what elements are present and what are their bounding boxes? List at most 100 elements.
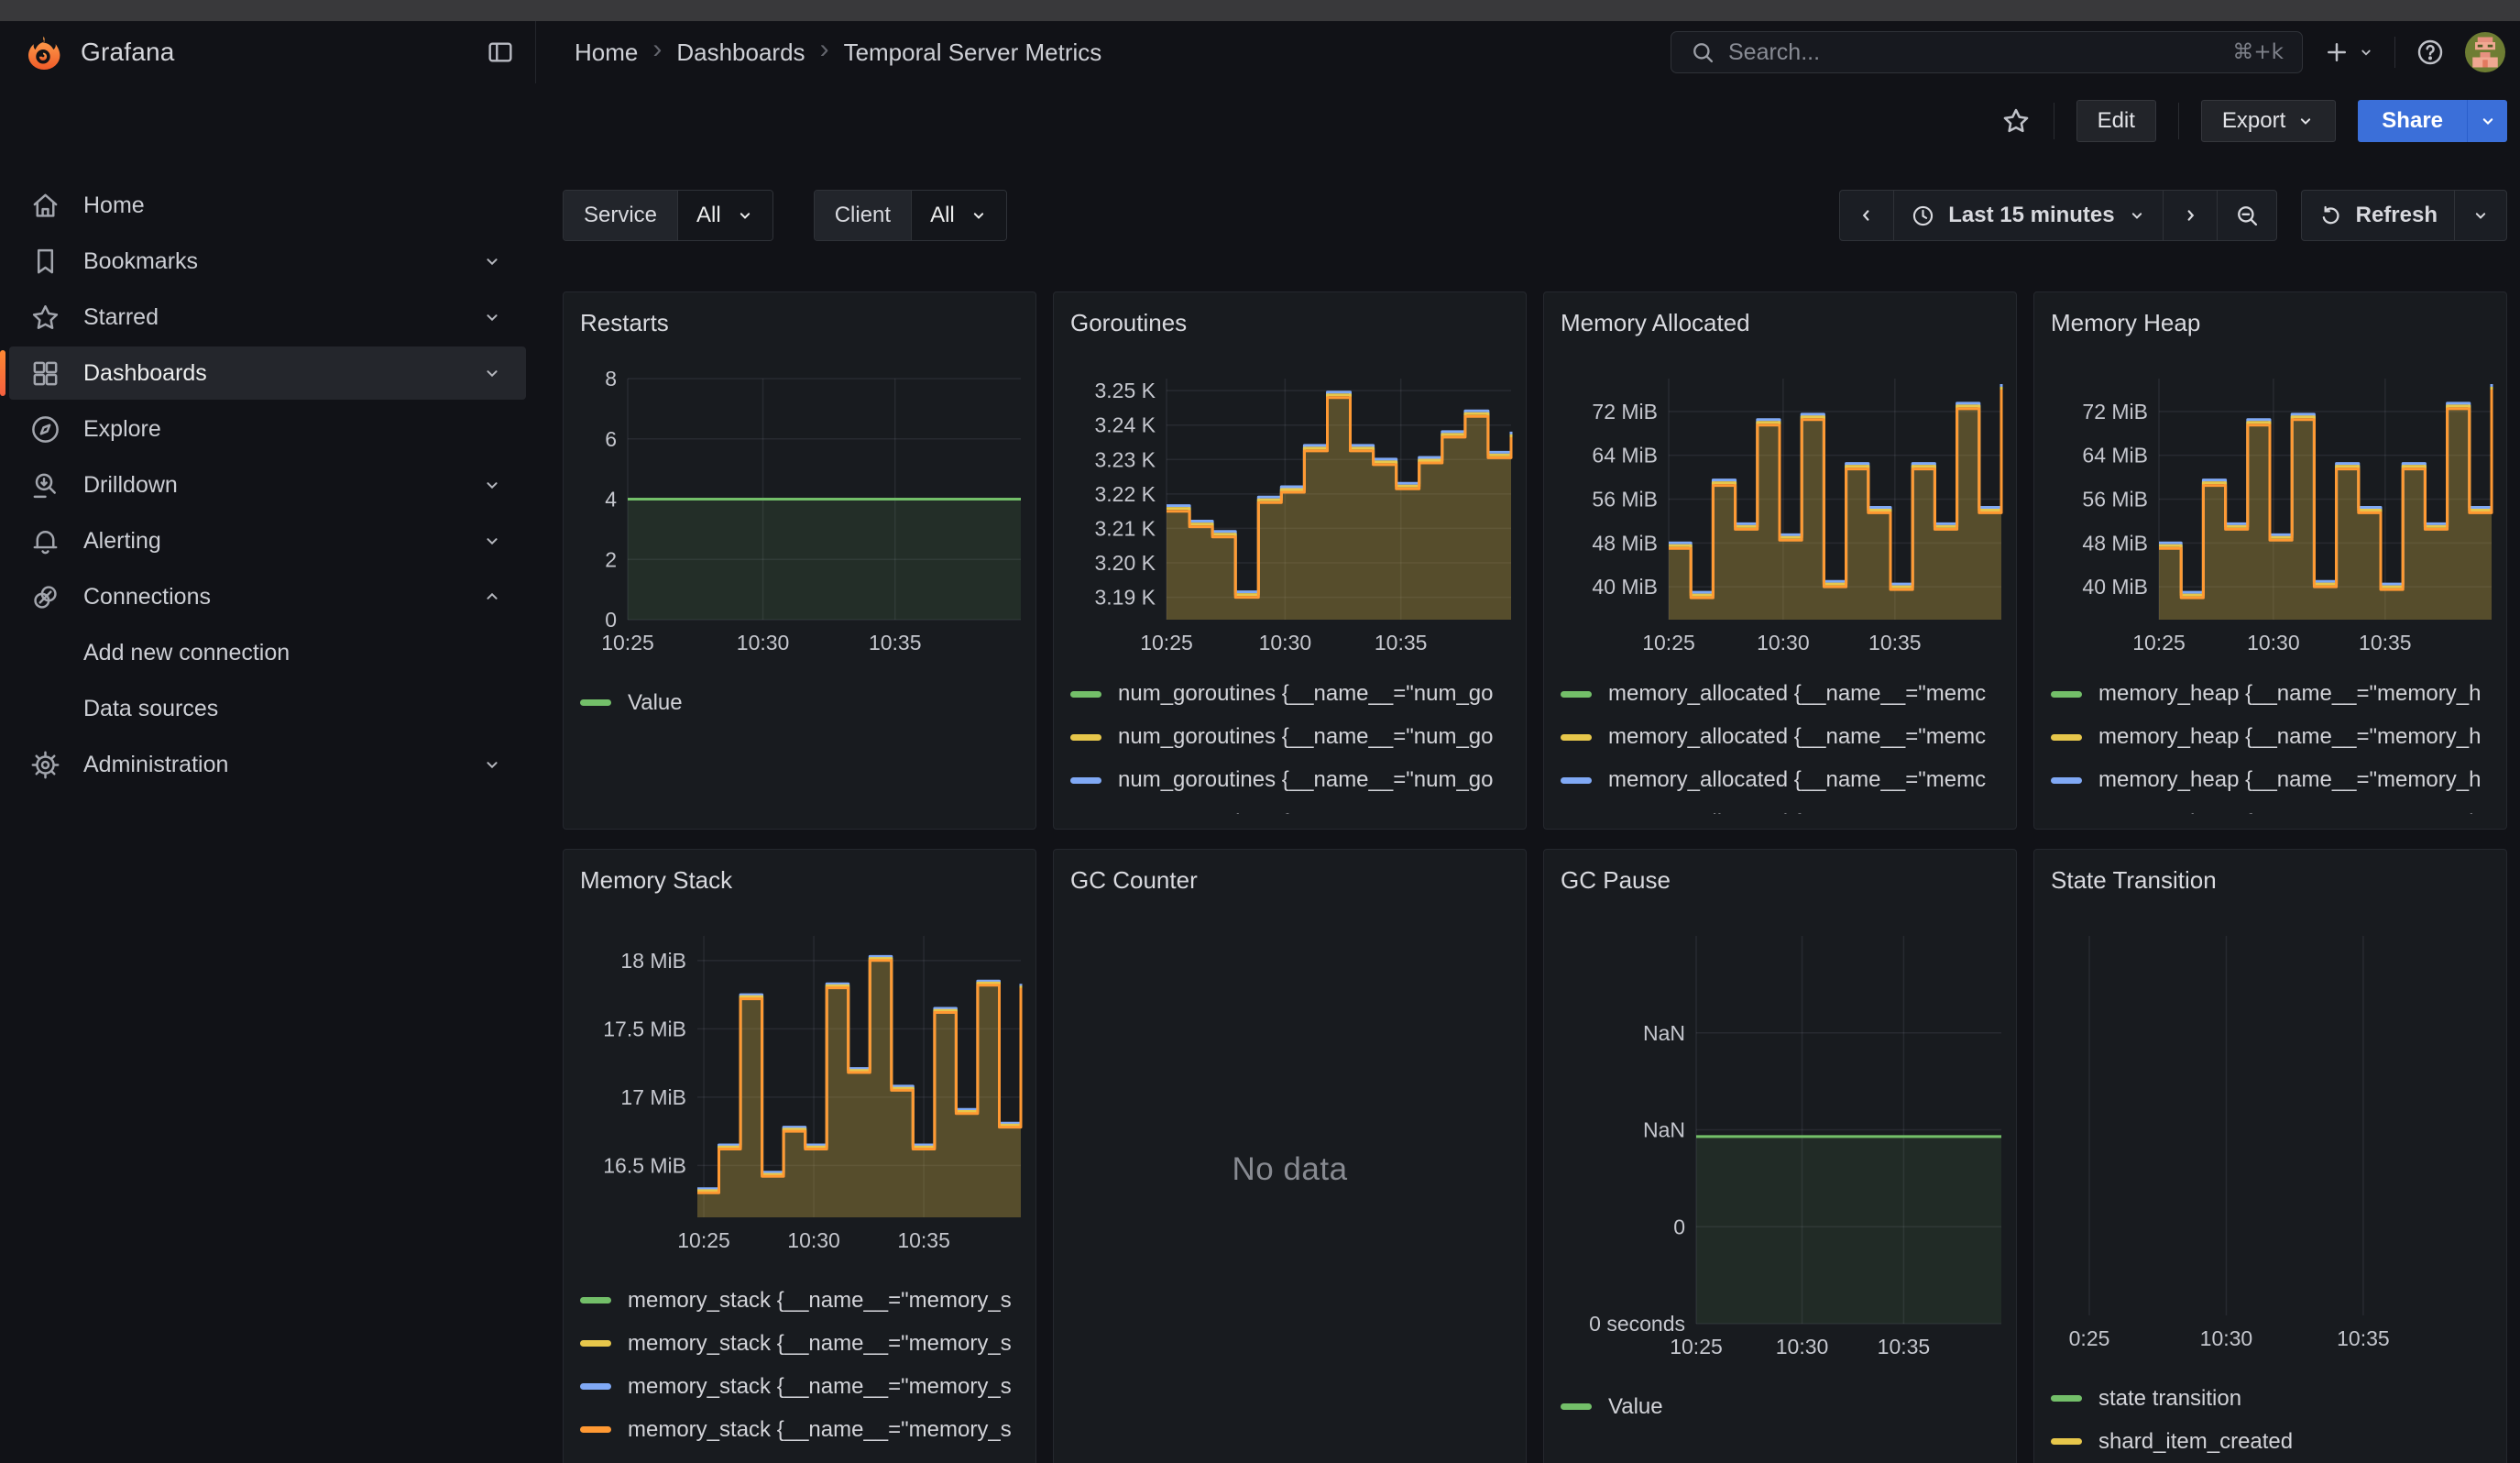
time-range-picker[interactable]: Last 15 minutes: [1893, 191, 2162, 240]
sidebar-item-connections[interactable]: Connections: [9, 570, 526, 623]
legend-series-color: [580, 1340, 611, 1347]
sidebar-item-starred[interactable]: Starred: [9, 291, 526, 344]
svg-text:6: 6: [605, 427, 617, 451]
legend-item[interactable]: memory_heap {__name__="memory_h: [2051, 765, 2490, 796]
chevron-left-icon: [1857, 205, 1877, 226]
legend-item[interactable]: memory_heap {__name__="memory_h: [2051, 679, 2490, 710]
chevron-down-icon[interactable]: [482, 754, 502, 775]
chevron-down-icon[interactable]: [482, 307, 502, 327]
legend-item[interactable]: memory_stack {__name__="memory_s: [580, 1414, 1019, 1445]
refresh-button[interactable]: Refresh: [2302, 191, 2454, 240]
share-menu-button[interactable]: [2467, 100, 2507, 142]
panel-state-transition: State Transition0:2510:3010:35state tran…: [2033, 849, 2507, 1463]
service-label: Service: [564, 191, 677, 240]
help-button[interactable]: [2416, 38, 2445, 67]
export-button[interactable]: Export: [2201, 100, 2336, 142]
zoom-out-button[interactable]: [2217, 191, 2276, 240]
edit-button[interactable]: Edit: [2076, 100, 2156, 142]
user-avatar[interactable]: [2465, 32, 2505, 72]
sidebar-item-add-new-connection[interactable]: Add new connection: [9, 626, 526, 679]
legend-item[interactable]: num_goroutines {__name__="num_go: [1070, 679, 1509, 710]
panel-title[interactable]: Goroutines: [1070, 307, 1509, 338]
legend-item[interactable]: memory_heap {__name__="memory_h: [2051, 722, 2490, 753]
sidebar-item-explore[interactable]: Explore: [9, 402, 526, 456]
panel-title[interactable]: Memory Heap: [2051, 307, 2490, 338]
legend-item[interactable]: memory_allocated {__name__="memc: [1561, 679, 2000, 710]
legend-item[interactable]: Value: [1561, 1392, 2000, 1422]
client-label: Client: [815, 191, 911, 240]
chevron-down-icon: [2296, 112, 2315, 130]
sidebar-item-data-sources[interactable]: Data sources: [9, 682, 526, 735]
header-left: Grafana: [0, 21, 535, 83]
x-axis-labels: 10:2510:3010:35: [1561, 620, 2000, 652]
refresh-interval-button[interactable]: [2454, 191, 2506, 240]
chevron-down-icon[interactable]: [482, 251, 502, 271]
star-dashboard-button[interactable]: [2000, 105, 2032, 137]
legend-series-label: memory_stack {__name__="memory_s: [628, 1331, 1012, 1357]
panel-restarts: Restarts8642010:2510:3010:35Value: [563, 292, 1036, 830]
chevron-down-icon[interactable]: [482, 475, 502, 495]
dock-menu-icon[interactable]: [486, 38, 515, 67]
star-icon: [29, 302, 61, 334]
legend-item[interactable]: Value: [580, 688, 1019, 718]
legend-item[interactable]: num_goroutines {__name__="num_go: [1070, 722, 1509, 753]
add-button[interactable]: [2323, 38, 2374, 66]
panel-title[interactable]: Memory Stack: [580, 864, 1019, 896]
bell-icon: [29, 525, 61, 557]
panel-memory-stack: Memory Stack18 MiB17.5 MiB17 MiB16.5 MiB…: [563, 849, 1036, 1463]
search-shortcut: ⌘+k: [2232, 40, 2284, 64]
share-button[interactable]: Share: [2358, 100, 2467, 142]
legend-series-color: [2051, 734, 2082, 741]
svg-text:72 MiB: 72 MiB: [1592, 400, 1658, 424]
legend-item[interactable]: memory_stack {__name__="memory_s: [580, 1285, 1019, 1315]
search-input[interactable]: Search... ⌘+k: [1671, 31, 2303, 73]
svg-text:3.19 K: 3.19 K: [1095, 586, 1156, 610]
legend-item[interactable]: memory_heap {__name__="memory_h: [2051, 808, 2490, 814]
legend-item[interactable]: memory_allocated {__name__="memc: [1561, 722, 2000, 753]
panel-title[interactable]: GC Pause: [1561, 864, 2000, 896]
chart-area: 72 MiB64 MiB56 MiB48 MiB40 MiB: [2051, 379, 2490, 620]
legend-item[interactable]: num_goroutines {__name__="num_go: [1070, 765, 1509, 796]
breadcrumb-home[interactable]: Home: [575, 38, 638, 67]
service-value-dropdown[interactable]: All: [677, 191, 772, 240]
panel-title[interactable]: Memory Allocated: [1561, 307, 2000, 338]
client-value-dropdown[interactable]: All: [911, 191, 1006, 240]
legend-series-color: [580, 699, 611, 706]
legend-item[interactable]: num_goroutines {__name__="num_go: [1070, 808, 1509, 814]
breadcrumb: Home › Dashboards › Temporal Server Metr…: [536, 36, 1101, 69]
legend-item[interactable]: shard_item_created: [2051, 1426, 2490, 1457]
svg-text:64 MiB: 64 MiB: [1592, 444, 1658, 468]
legend-item[interactable]: memory_allocated {__name__="memc: [1561, 765, 2000, 796]
sidebar-item-alerting[interactable]: Alerting: [9, 514, 526, 567]
active-accent-bar: [0, 350, 5, 396]
grafana-logo[interactable]: [26, 35, 60, 70]
clock-icon: [1911, 204, 1935, 228]
chart-area: [2051, 936, 2490, 1315]
sidebar-item-home[interactable]: Home: [9, 179, 526, 232]
svg-text:64 MiB: 64 MiB: [2082, 444, 2148, 468]
chevron-up-icon[interactable]: [482, 587, 502, 607]
sidebar-item-administration[interactable]: Administration: [9, 738, 526, 791]
panel-title[interactable]: Restarts: [580, 307, 1019, 338]
legend-item[interactable]: memory_allocated {__name__="memc: [1561, 808, 2000, 814]
panel-title[interactable]: State Transition: [2051, 864, 2490, 896]
sidebar-item-drilldown[interactable]: Drilldown: [9, 458, 526, 512]
legend-item[interactable]: memory_stack {__name__="memory_s: [580, 1328, 1019, 1358]
chevron-down-icon: [2471, 206, 2490, 225]
legend-item[interactable]: state transition: [2051, 1383, 2490, 1414]
chevron-down-icon[interactable]: [482, 363, 502, 383]
chevron-down-icon[interactable]: [482, 531, 502, 551]
sidebar-item-bookmarks[interactable]: Bookmarks: [9, 235, 526, 288]
panel-title[interactable]: GC Counter: [1070, 864, 1509, 896]
legend-series-label: memory_allocated {__name__="memc: [1608, 681, 1986, 707]
time-shift-back-button[interactable]: [1840, 191, 1893, 240]
time-shift-forward-button[interactable]: [2163, 191, 2217, 240]
legend-item[interactable]: memory_stack {__name__="memory_s: [580, 1371, 1019, 1402]
legend-series-label: state transition: [2098, 1386, 2241, 1412]
sidebar-item-dashboards[interactable]: Dashboards: [9, 346, 526, 400]
breadcrumb-dashboards[interactable]: Dashboards: [676, 38, 805, 67]
legend-series-label: memory_heap {__name__="memory_h: [2098, 810, 2481, 814]
chart-area: 72 MiB64 MiB56 MiB48 MiB40 MiB: [1561, 379, 2000, 620]
home-icon: [29, 190, 61, 222]
svg-text:3.23 K: 3.23 K: [1095, 447, 1156, 471]
